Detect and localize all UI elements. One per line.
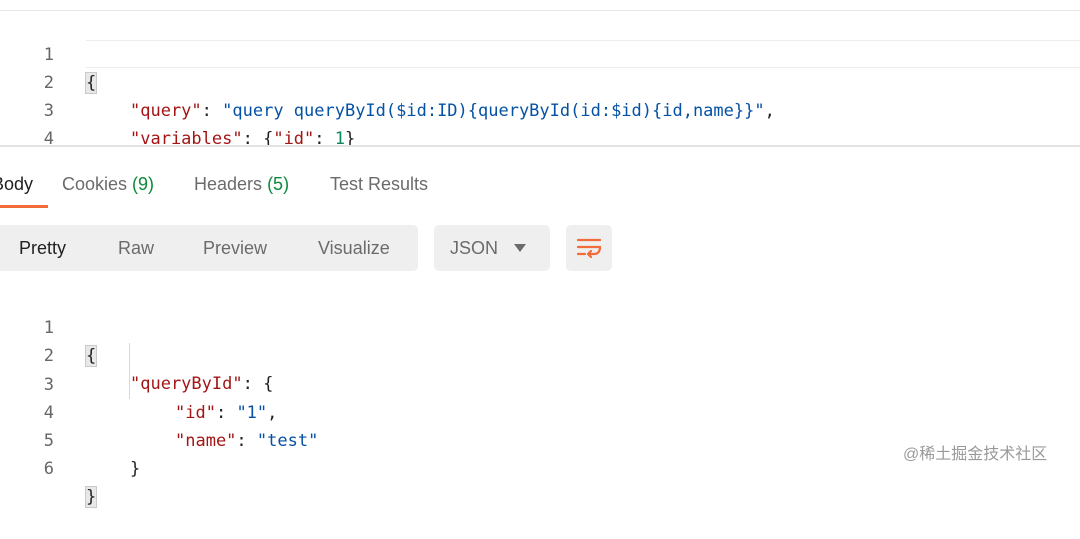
json-separator: : (236, 431, 257, 451)
tab-test-results[interactable]: Test Results (330, 170, 428, 198)
code-line: 3 "id": "1", (0, 343, 278, 423)
tab-label: Cookies (62, 174, 128, 194)
json-separator: : (314, 129, 335, 145)
close-brace: } (84, 486, 98, 508)
format-select[interactable]: JSON (434, 225, 550, 271)
format-select-value: JSON (450, 238, 499, 258)
json-separator: : (215, 403, 237, 423)
open-brace: { (84, 345, 98, 367)
open-brace: { (84, 72, 98, 94)
mode-raw-button[interactable]: Raw (118, 225, 154, 271)
json-key: "variables" (130, 129, 243, 145)
tab-count: (5) (267, 174, 290, 194)
tab-cookies[interactable]: Cookies (9) (62, 170, 154, 198)
code-line: 2 "query": "query queryById($id:ID){quer… (0, 41, 775, 121)
json-key: "id" (273, 129, 315, 145)
json-key: "queryById" (130, 374, 243, 394)
json-open-object: { (263, 129, 274, 145)
response-body-editor[interactable]: 1 { 2 "queryById": { 3 "id": "1", 4 "nam… (0, 286, 1080, 508)
watermark: @稀土掘金技术社区 (903, 446, 1048, 463)
mode-pretty-button[interactable]: Pretty (19, 225, 66, 271)
tab-label: Headers (194, 174, 263, 194)
json-key: "query" (130, 101, 202, 121)
json-comma: , (764, 101, 775, 121)
code-line: 5 (0, 125, 41, 145)
code-line: 4 } (0, 97, 54, 145)
tab-headers[interactable]: Headers (5) (194, 170, 289, 198)
code-line: 2 "queryById": { (0, 314, 274, 394)
close-brace: } (130, 459, 141, 479)
json-close-object: } (345, 129, 356, 145)
json-open-object: { (263, 374, 274, 394)
json-key: "name" (175, 431, 237, 451)
tab-body[interactable]: Body (0, 170, 33, 198)
mode-preview-button[interactable]: Preview (203, 225, 267, 271)
mode-visualize-button[interactable]: Visualize (318, 225, 390, 271)
json-key: "id" (175, 403, 216, 423)
json-separator: : (242, 374, 264, 394)
code-line: 5 } (0, 399, 141, 479)
wrap-lines-icon (577, 238, 601, 259)
active-tab-indicator (0, 205, 48, 208)
code-line: 1 { (0, 13, 98, 94)
active-line-highlight (86, 40, 1080, 68)
tab-label: Body (0, 174, 34, 194)
chevron-down-icon (514, 244, 526, 252)
code-line: 1 { (0, 286, 98, 367)
wrap-lines-button[interactable] (566, 225, 612, 271)
code-line: 4 "name": "test" (0, 371, 319, 451)
json-separator: : (242, 129, 264, 145)
json-separator: : (201, 101, 223, 121)
json-string: "1" (236, 403, 268, 423)
json-comma: , (267, 403, 278, 423)
request-body-editor[interactable]: 1 { 2 "query": "query queryById($id:ID){… (0, 11, 1080, 145)
json-string: "query queryById($id:ID){queryById(id:$i… (222, 101, 765, 121)
code-line: 3 "variables": {"id": 1} (0, 69, 356, 145)
json-string: "test" (256, 431, 319, 451)
tab-count: (9) (132, 174, 155, 194)
pane-divider[interactable] (0, 145, 1080, 147)
tab-label: Test Results (330, 174, 429, 194)
json-number: 1 (334, 129, 346, 145)
code-line: 6 } (0, 427, 98, 508)
